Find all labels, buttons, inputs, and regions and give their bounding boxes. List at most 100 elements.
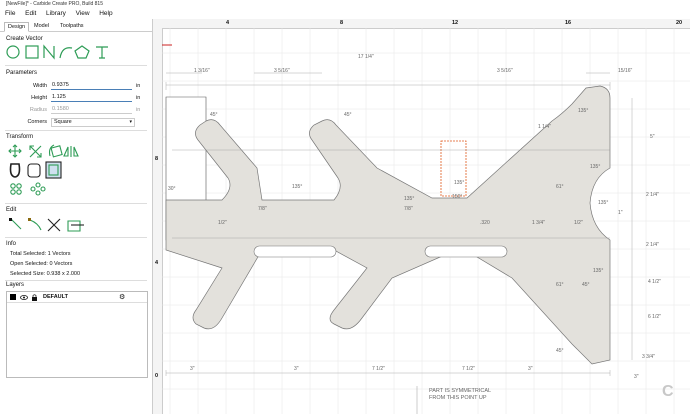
trim-icon: [47, 218, 61, 232]
join-icon: [28, 218, 42, 231]
chevron-down-icon: ▾: [129, 119, 132, 125]
angle-label: 61°: [556, 184, 564, 190]
angle-label: 61°: [556, 282, 564, 288]
misc-label: 1/2": [218, 220, 227, 226]
misc-label: 1/2": [574, 220, 583, 226]
offset-icon: [9, 163, 21, 178]
dim-label: 3": [528, 366, 533, 372]
height-field[interactable]: 1.125: [51, 94, 132, 102]
create-vector-toolbar: [6, 44, 108, 60]
design-canvas[interactable]: 4 8 12 16 20 8 4 0 1 3/16" 3 5/16" 17 1/…: [153, 19, 690, 414]
angle-label: 150°: [452, 194, 462, 200]
text-icon: [96, 46, 108, 59]
dim-label: 5": [650, 134, 655, 140]
width-field[interactable]: 0.9375: [51, 82, 132, 90]
fillet-icon: [27, 163, 41, 178]
dim-label: 3": [634, 374, 639, 380]
angle-label: 135°: [590, 164, 600, 170]
corners-label: Corners: [27, 119, 47, 125]
rectangle-icon: [25, 45, 39, 59]
curve-icon: [59, 47, 73, 59]
radius-unit: in: [136, 107, 141, 113]
slot-left: [253, 245, 337, 258]
ruler-top-label: 20: [676, 20, 683, 26]
tab-model[interactable]: Model: [31, 22, 52, 30]
layer-name: DEFAULT: [43, 294, 68, 300]
dim-label: 7 1/2": [462, 366, 475, 372]
angle-label: 135°: [578, 108, 588, 114]
dim-label: 17 1/4": [358, 54, 374, 60]
dim-label: 7 1/2": [372, 366, 385, 372]
section-layers: Layers: [6, 282, 25, 288]
angle-label: 135°: [598, 200, 608, 206]
angle-label: 45°: [210, 112, 218, 118]
dim-label: 3 5/16": [274, 68, 290, 74]
radius-label: Radius: [29, 107, 47, 113]
section-parameters: Parameters: [6, 70, 38, 76]
boolean-icon: [67, 220, 84, 232]
note-line-2: FROM THIS POINT UP: [429, 395, 487, 401]
ruler-left-label: 4: [155, 260, 159, 266]
section-transform: Transform: [6, 134, 34, 140]
dim-label: 3": [190, 366, 195, 372]
ruler-left-label: 0: [155, 373, 159, 379]
angle-label: 135°: [404, 196, 414, 202]
ruler-top-label: 4: [226, 20, 230, 26]
dim-label: 1 3/16": [194, 68, 210, 74]
menu-file[interactable]: File: [5, 10, 15, 17]
corners-select[interactable]: Square ▾: [51, 118, 135, 127]
section-edit: Edit: [6, 207, 17, 213]
dim-label: 4 1/2": [648, 279, 661, 285]
info-open-selected: Open Selected: 0 Vectors: [10, 261, 73, 267]
misc-label: .320: [480, 220, 490, 226]
circle-icon: [6, 45, 20, 59]
height-unit: in: [136, 95, 141, 101]
mirror-icon: [63, 146, 79, 157]
selected-rectangle[interactable]: [440, 140, 467, 197]
note-line-1: PART IS SYMMETRICAL: [429, 388, 491, 394]
panel-tabs: Design Model Toolpaths: [0, 22, 152, 32]
align-icon: [45, 161, 62, 179]
edit-toolbar: [9, 218, 84, 232]
layer-row[interactable]: DEFAULT ⚙: [7, 292, 147, 303]
width-label: Width: [32, 83, 47, 89]
width-unit: in: [136, 83, 141, 89]
misc-label: 1 3/4": [532, 220, 545, 226]
dim-label: 1": [618, 210, 623, 216]
dim-label: 2 1/4": [646, 242, 659, 248]
circular-array-icon: [30, 182, 46, 196]
dim-label: 3 5/16": [497, 68, 513, 74]
lock-icon: [32, 297, 37, 301]
dim-label: 15/16": [618, 68, 633, 74]
tab-toolpaths[interactable]: Toolpaths: [57, 22, 87, 30]
layers-list: DEFAULT ⚙: [6, 291, 148, 378]
menu-library[interactable]: Library: [46, 10, 66, 17]
menu-edit[interactable]: Edit: [25, 10, 36, 17]
menu-view[interactable]: View: [76, 10, 90, 17]
slot-right: [424, 245, 508, 258]
polygon-icon: [74, 45, 90, 59]
design-panel: Design Model Toolpaths Create Vector Par…: [0, 19, 153, 414]
layer-color-swatch[interactable]: [10, 294, 16, 300]
dim-label: 2 1/4": [646, 192, 659, 198]
ruler-top-label: 12: [452, 20, 459, 26]
polyline-icon: [43, 44, 55, 60]
misc-label: 7/8": [404, 206, 413, 212]
drawing-area[interactable]: 1 3/16" 3 5/16" 17 1/4" 3 5/16" 15/16" 3…: [162, 28, 690, 414]
radius-field[interactable]: 0.1580: [51, 106, 132, 114]
info-total-selected: Total Selected: 1 Vectors: [10, 251, 71, 257]
layer-visibility-toggle[interactable]: [20, 294, 40, 301]
misc-label: 3 3/4": [642, 354, 655, 360]
gear-icon[interactable]: ⚙: [119, 293, 125, 301]
tab-design[interactable]: Design: [4, 22, 30, 32]
angle-label: 135°: [454, 180, 464, 186]
dim-label: 6 1/2": [648, 314, 661, 320]
dim-label: 3": [294, 366, 299, 372]
rotate-icon: [48, 144, 63, 158]
node-edit-icon: [9, 218, 22, 230]
array-icon: [10, 183, 22, 195]
watermark-logo: C: [662, 383, 674, 400]
ruler-top-label: 8: [340, 20, 344, 26]
menu-help[interactable]: Help: [99, 10, 112, 17]
misc-label: 1 1/4": [538, 124, 551, 130]
